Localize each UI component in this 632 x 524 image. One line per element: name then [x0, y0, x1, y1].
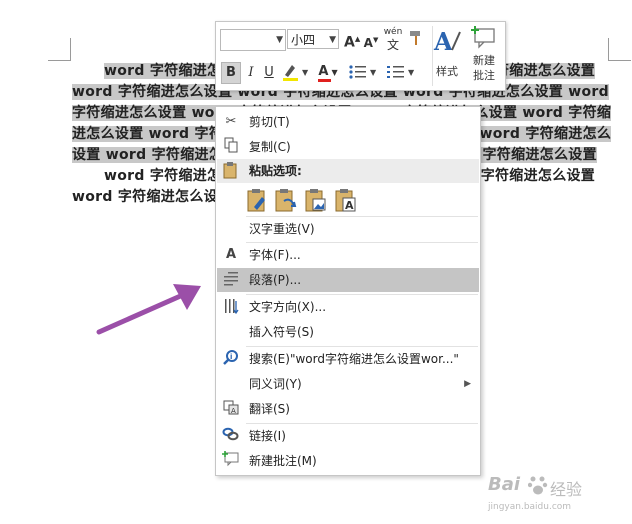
- highlight-color-button[interactable]: ▼: [280, 62, 310, 82]
- copy-icon: [221, 137, 241, 157]
- paste-text-only-icon: A: [335, 189, 356, 212]
- paste-text-only-button[interactable]: A: [334, 187, 358, 213]
- baidu-watermark: Bai 经验 jingyan.baidu.com: [484, 468, 624, 520]
- menu-item-font[interactable]: A 字体(F)...: [217, 243, 479, 267]
- menu-item-label: 链接(I): [249, 429, 286, 443]
- phonetic-guide-button[interactable]: wén 文: [382, 27, 404, 53]
- chevron-down-icon: ▼: [276, 35, 283, 45]
- chevron-right-icon: ▶: [464, 379, 471, 389]
- chevron-down-icon: ▼: [329, 35, 336, 45]
- watermark-brand-cn: 经验: [550, 480, 583, 499]
- bullet-list-icon: ▼: [349, 65, 377, 79]
- doc-line-7[interactable]: word 字符缩进怎么设: [72, 188, 218, 207]
- annotation-arrow-icon: [96, 284, 201, 335]
- paste-picture-button[interactable]: [304, 187, 328, 213]
- scissors-icon: ✂: [225, 114, 237, 129]
- numbering-button[interactable]: ▼: [385, 62, 419, 82]
- svg-text:i: i: [230, 353, 232, 361]
- font-name-combobox[interactable]: ▼: [220, 29, 286, 51]
- crop-mark-left: [48, 38, 71, 61]
- font-color-button[interactable]: A ▼: [312, 62, 344, 82]
- styles-button[interactable]: A 样式: [432, 26, 462, 84]
- styles-label: 样式: [436, 65, 458, 78]
- new-comment-button[interactable]: 新建 批注: [468, 26, 500, 86]
- paragraph-icon: [221, 270, 241, 290]
- styles-icon: A: [433, 27, 461, 56]
- svg-text:▼: ▼: [302, 68, 309, 77]
- menu-item-label: 新建批注(M): [249, 454, 317, 468]
- menu-item-translate[interactable]: A 翻译(S): [217, 397, 479, 421]
- context-menu: ✂ 剪切(T) 复制(C) 粘贴选项: A 汉字重选(V) A 字体(F)...: [215, 106, 481, 476]
- text-direction-icon: [221, 297, 241, 317]
- menu-item-cut[interactable]: ✂ 剪切(T): [217, 110, 479, 134]
- bullets-button[interactable]: ▼: [347, 62, 381, 82]
- paste-merge-formatting-icon: [275, 189, 297, 212]
- mini-toolbar: ▼ 小四 ▼ A▲ A▼ wén 文 B I U ▼ A ▼ ▼ ▼ A 样式 新…: [215, 21, 506, 91]
- menu-item-label: 文字方向(X)...: [249, 300, 327, 314]
- crop-mark-right: [608, 38, 631, 61]
- watermark-url: jingyan.baidu.com: [488, 502, 572, 512]
- menu-item-label: 同义词(Y): [249, 377, 302, 391]
- paste-options-label: 粘贴选项:: [249, 164, 302, 178]
- paste-picture-icon: [305, 189, 326, 212]
- menu-item-label: 剪切(T): [249, 115, 290, 129]
- menu-item-label: 汉字重选(V): [249, 222, 315, 236]
- font-icon: A: [225, 247, 237, 262]
- menu-item-paragraph[interactable]: 段落(P)...: [217, 268, 479, 292]
- menu-item-new-comment[interactable]: 新建批注(M): [217, 449, 479, 473]
- menu-item-insert-symbol[interactable]: 插入符号(S): [217, 320, 479, 344]
- svg-text:A: A: [345, 199, 354, 212]
- menu-item-copy[interactable]: 复制(C): [217, 135, 479, 159]
- italic-button[interactable]: I: [244, 63, 258, 83]
- menu-item-label: 翻译(S): [249, 402, 290, 416]
- new-comment-label-line1: 新建: [473, 54, 495, 67]
- menu-item-reconvert[interactable]: 汉字重选(V): [217, 217, 479, 241]
- svg-text:A: A: [433, 27, 453, 56]
- new-comment-icon: [221, 451, 241, 471]
- font-size-combobox[interactable]: 小四 ▼: [287, 29, 339, 49]
- svg-text:A: A: [231, 407, 236, 415]
- bold-button[interactable]: B: [221, 62, 241, 84]
- numbered-list-icon: ▼: [387, 66, 415, 78]
- shrink-font-button[interactable]: A▼: [363, 30, 379, 50]
- new-comment-label-line2: 批注: [473, 69, 495, 82]
- svg-text:▼: ▼: [408, 68, 415, 77]
- translate-icon: A: [221, 399, 241, 419]
- svg-text:▼: ▼: [370, 68, 377, 77]
- paw-icon: [528, 476, 548, 495]
- menu-item-label: 复制(C): [249, 140, 291, 154]
- paste-keep-source-formatting-button[interactable]: [246, 187, 270, 213]
- format-painter-icon[interactable]: [407, 29, 425, 49]
- menu-item-text-direction[interactable]: 文字方向(X)...: [217, 295, 479, 319]
- paste-options-header: 粘贴选项:: [217, 159, 479, 183]
- menu-item-label: 字体(F)...: [249, 248, 301, 262]
- phonetic-guide-char: 文: [386, 38, 399, 52]
- new-comment-icon: [471, 26, 495, 49]
- menu-item-synonyms[interactable]: 同义词(Y) ▶: [217, 372, 479, 396]
- grow-font-button[interactable]: A▲: [344, 29, 360, 51]
- watermark-brand: Bai: [488, 474, 521, 495]
- link-icon: [221, 426, 241, 446]
- font-size-value: 小四: [291, 33, 316, 47]
- paste-merge-formatting-button[interactable]: [274, 187, 298, 213]
- underline-button[interactable]: U: [262, 63, 276, 83]
- menu-item-label: 搜索(E)"word字符缩进怎么设置wor...": [249, 352, 459, 366]
- paste-keep-formatting-icon: [247, 189, 265, 212]
- phonetic-guide-pinyin: wén: [383, 27, 403, 37]
- clipboard-icon: [221, 161, 241, 181]
- menu-item-search[interactable]: i 搜索(E)"word字符缩进怎么设置wor...": [217, 347, 479, 371]
- menu-item-label: 插入符号(S): [249, 325, 314, 339]
- search-icon: i: [221, 349, 241, 369]
- menu-item-link[interactable]: 链接(I): [217, 424, 479, 448]
- menu-item-label: 段落(P)...: [249, 273, 302, 287]
